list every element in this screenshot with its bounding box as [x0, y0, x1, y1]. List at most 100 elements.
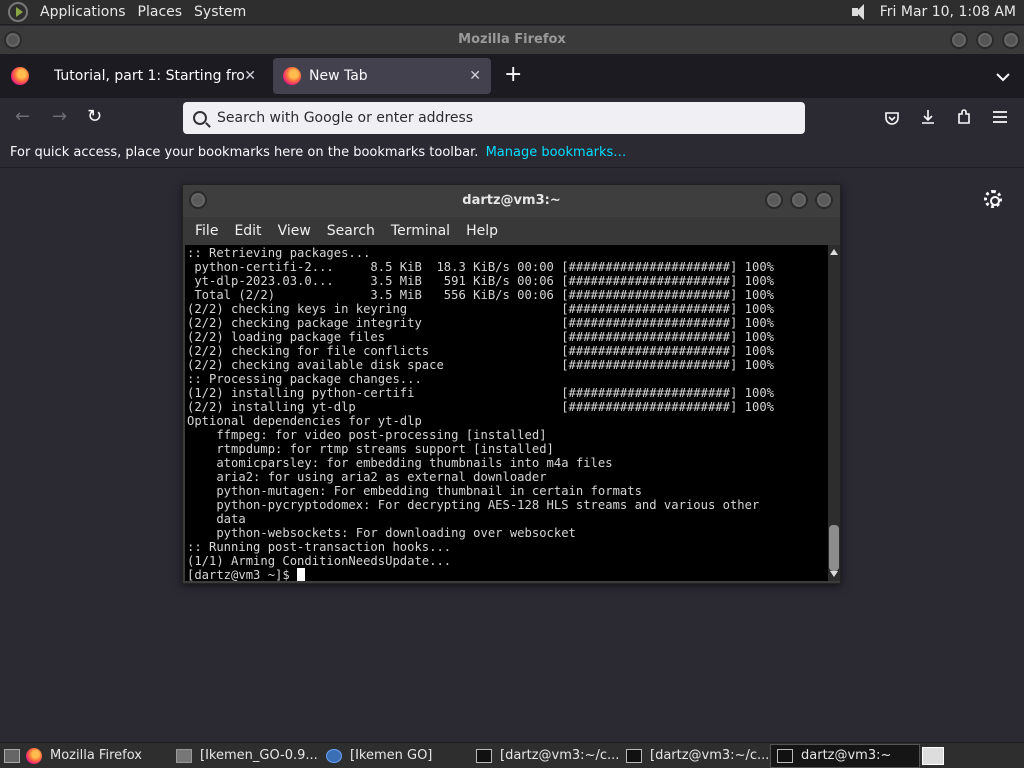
window-title: Mozilla Firefox [458, 32, 566, 47]
close-tab-icon[interactable]: ✕ [469, 68, 481, 84]
minimize-button[interactable] [950, 31, 968, 49]
extensions-icon[interactable] [956, 109, 972, 125]
menu-terminal[interactable]: Terminal [383, 223, 458, 239]
close-tab-icon[interactable]: ✕ [244, 68, 256, 84]
terminal-line: (2/2) checking keys in keyring [########… [187, 302, 774, 316]
list-all-tabs-icon[interactable] [996, 70, 1010, 84]
system-menu[interactable]: System [188, 4, 252, 20]
terminal-window[interactable]: dartz@vm3:~ File Edit View Search Termin… [182, 184, 841, 584]
menu-edit[interactable]: Edit [226, 223, 269, 239]
tab-tutorial[interactable]: Tutorial, part 1: Starting from sc ✕ [44, 58, 266, 94]
url-placeholder: Search with Google or enter address [217, 110, 474, 126]
terminal-line: Optional dependencies for yt-dlp [187, 414, 422, 428]
firefox-icon [26, 747, 42, 764]
terminal-line: (2/2) checking package integrity [######… [187, 316, 774, 330]
terminal-line: (2/2) checking for file conflicts [#####… [187, 344, 774, 358]
workspace-switcher-icon[interactable] [922, 746, 944, 765]
menu-hamburger-icon[interactable] [992, 110, 1008, 124]
terminal-line: yt-dlp-2023.03.0... 3.5 MiB 591 KiB/s 00… [187, 274, 774, 288]
shell-prompt: [dartz@vm3 ~]$ [187, 568, 298, 581]
terminal-line: python-pycryptodomex: For decrypting AES… [187, 498, 760, 512]
places-menu[interactable]: Places [132, 4, 189, 20]
firefox-titlebar[interactable]: Mozilla Firefox [0, 26, 1024, 54]
pocket-icon[interactable] [884, 110, 900, 126]
taskbar-item-ikemen[interactable]: [Ikemen GO] [320, 744, 470, 768]
scroll-up-arrow-icon[interactable] [830, 249, 838, 255]
text-cursor [297, 568, 306, 581]
tab-new-tab[interactable]: New Tab ✕ [273, 58, 491, 94]
terminal-window-menu-button[interactable] [189, 191, 207, 209]
scroll-down-arrow-icon[interactable] [830, 571, 838, 577]
firefox-view-icon[interactable] [11, 67, 29, 85]
terminal-line: python-websockets: For downloading over … [187, 526, 576, 540]
terminal-line: python-certifi-2... 8.5 KiB 18.3 KiB/s 0… [187, 260, 774, 274]
volume-icon[interactable] [850, 3, 872, 21]
terminal-line: rtmpdump: for rtmp streams support [inst… [187, 442, 554, 456]
close-window-button[interactable] [1002, 31, 1020, 49]
taskbar-item-terminal-2[interactable]: [dartz@vm3:~/c... [620, 744, 770, 768]
taskbar-label: [Ikemen_GO-0.9... [200, 748, 318, 763]
taskbar-item-terminal-1[interactable]: [dartz@vm3:~/c... [470, 744, 620, 768]
taskbar: Mozilla Firefox [Ikemen_GO-0.9... [Ikeme… [0, 742, 1024, 768]
back-icon[interactable]: ← [15, 106, 30, 127]
distro-logo-icon[interactable] [8, 2, 28, 22]
terminal-menubar: File Edit View Search Terminal Help [183, 217, 840, 245]
firefox-tab-icon [283, 67, 301, 85]
tab-label: Tutorial, part 1: Starting from sc [54, 68, 244, 84]
window-menu-button[interactable] [4, 31, 22, 49]
terminal-lines: :: Retrieving packages... python-certifi… [187, 246, 826, 568]
taskbar-label: [dartz@vm3:~/c... [650, 748, 770, 763]
terminal-line: Total (2/2) 3.5 MiB 556 KiB/s 00:06 [###… [187, 288, 774, 302]
search-icon [193, 111, 207, 125]
menu-search[interactable]: Search [319, 223, 383, 239]
terminal-line: :: Processing package changes... [187, 372, 422, 386]
folder-icon [176, 748, 192, 763]
taskbar-label: [dartz@vm3:~/c... [500, 748, 620, 763]
new-tab-button[interactable]: + [504, 62, 522, 87]
show-desktop-icon[interactable] [4, 748, 20, 763]
terminal-titlebar[interactable]: dartz@vm3:~ [183, 185, 840, 217]
terminal-icon [626, 748, 642, 763]
downloads-icon[interactable] [920, 109, 936, 125]
applications-menu[interactable]: Applications [34, 4, 132, 20]
terminal-minimize-button[interactable] [765, 191, 783, 209]
ikemen-icon [326, 748, 342, 763]
taskbar-item-folder[interactable]: [Ikemen_GO-0.9... [170, 744, 320, 768]
manage-bookmarks-link[interactable]: Manage bookmarks… [486, 145, 627, 160]
terminal-output[interactable]: :: Retrieving packages... python-certifi… [185, 245, 828, 581]
menu-help[interactable]: Help [458, 223, 506, 239]
taskbar-label: dartz@vm3:~ [801, 748, 892, 763]
terminal-maximize-button[interactable] [790, 191, 808, 209]
maximize-button[interactable] [976, 31, 994, 49]
bookmarks-hint: For quick access, place your bookmarks h… [10, 145, 479, 160]
menu-view[interactable]: View [270, 223, 319, 239]
menu-file[interactable]: File [187, 223, 226, 239]
terminal-scrollbar[interactable] [828, 245, 840, 581]
tab-label: New Tab [309, 68, 368, 84]
taskbar-label: [Ikemen GO] [350, 748, 433, 763]
forward-icon[interactable]: → [52, 106, 67, 127]
terminal-title: dartz@vm3:~ [462, 193, 561, 208]
terminal-line: (2/2) installing yt-dlp [###############… [187, 400, 774, 414]
settings-gear-icon[interactable] [984, 190, 1002, 208]
terminal-icon [476, 748, 492, 763]
terminal-line: python-mutagen: For embedding thumbnail … [187, 484, 642, 498]
taskbar-label: Mozilla Firefox [50, 748, 142, 763]
bookmarks-toolbar: For quick access, place your bookmarks h… [0, 138, 1024, 168]
terminal-line: :: Retrieving packages... [187, 246, 371, 260]
terminal-icon [777, 748, 793, 763]
scrollbar-thumb[interactable] [829, 525, 839, 571]
taskbar-item-firefox[interactable]: Mozilla Firefox [20, 744, 170, 768]
terminal-line: (2/2) checking available disk space [###… [187, 358, 774, 372]
terminal-close-button[interactable] [815, 191, 833, 209]
taskbar-item-terminal-active[interactable]: dartz@vm3:~ [770, 743, 920, 768]
clock[interactable]: Fri Mar 10, 1:08 AM [880, 4, 1016, 20]
terminal-line: (1/1) Arming ConditionNeedsUpdate... [187, 554, 452, 568]
terminal-line: (2/2) loading package files [###########… [187, 330, 774, 344]
reload-icon[interactable]: ↻ [87, 106, 102, 127]
terminal-line: :: Running post-transaction hooks... [187, 540, 452, 554]
terminal-line: data [187, 512, 246, 526]
prompt-line[interactable]: [dartz@vm3 ~]$ [187, 568, 826, 581]
terminal-line: aria2: for using aria2 as external downl… [187, 470, 547, 484]
url-bar[interactable]: Search with Google or enter address [183, 102, 805, 134]
